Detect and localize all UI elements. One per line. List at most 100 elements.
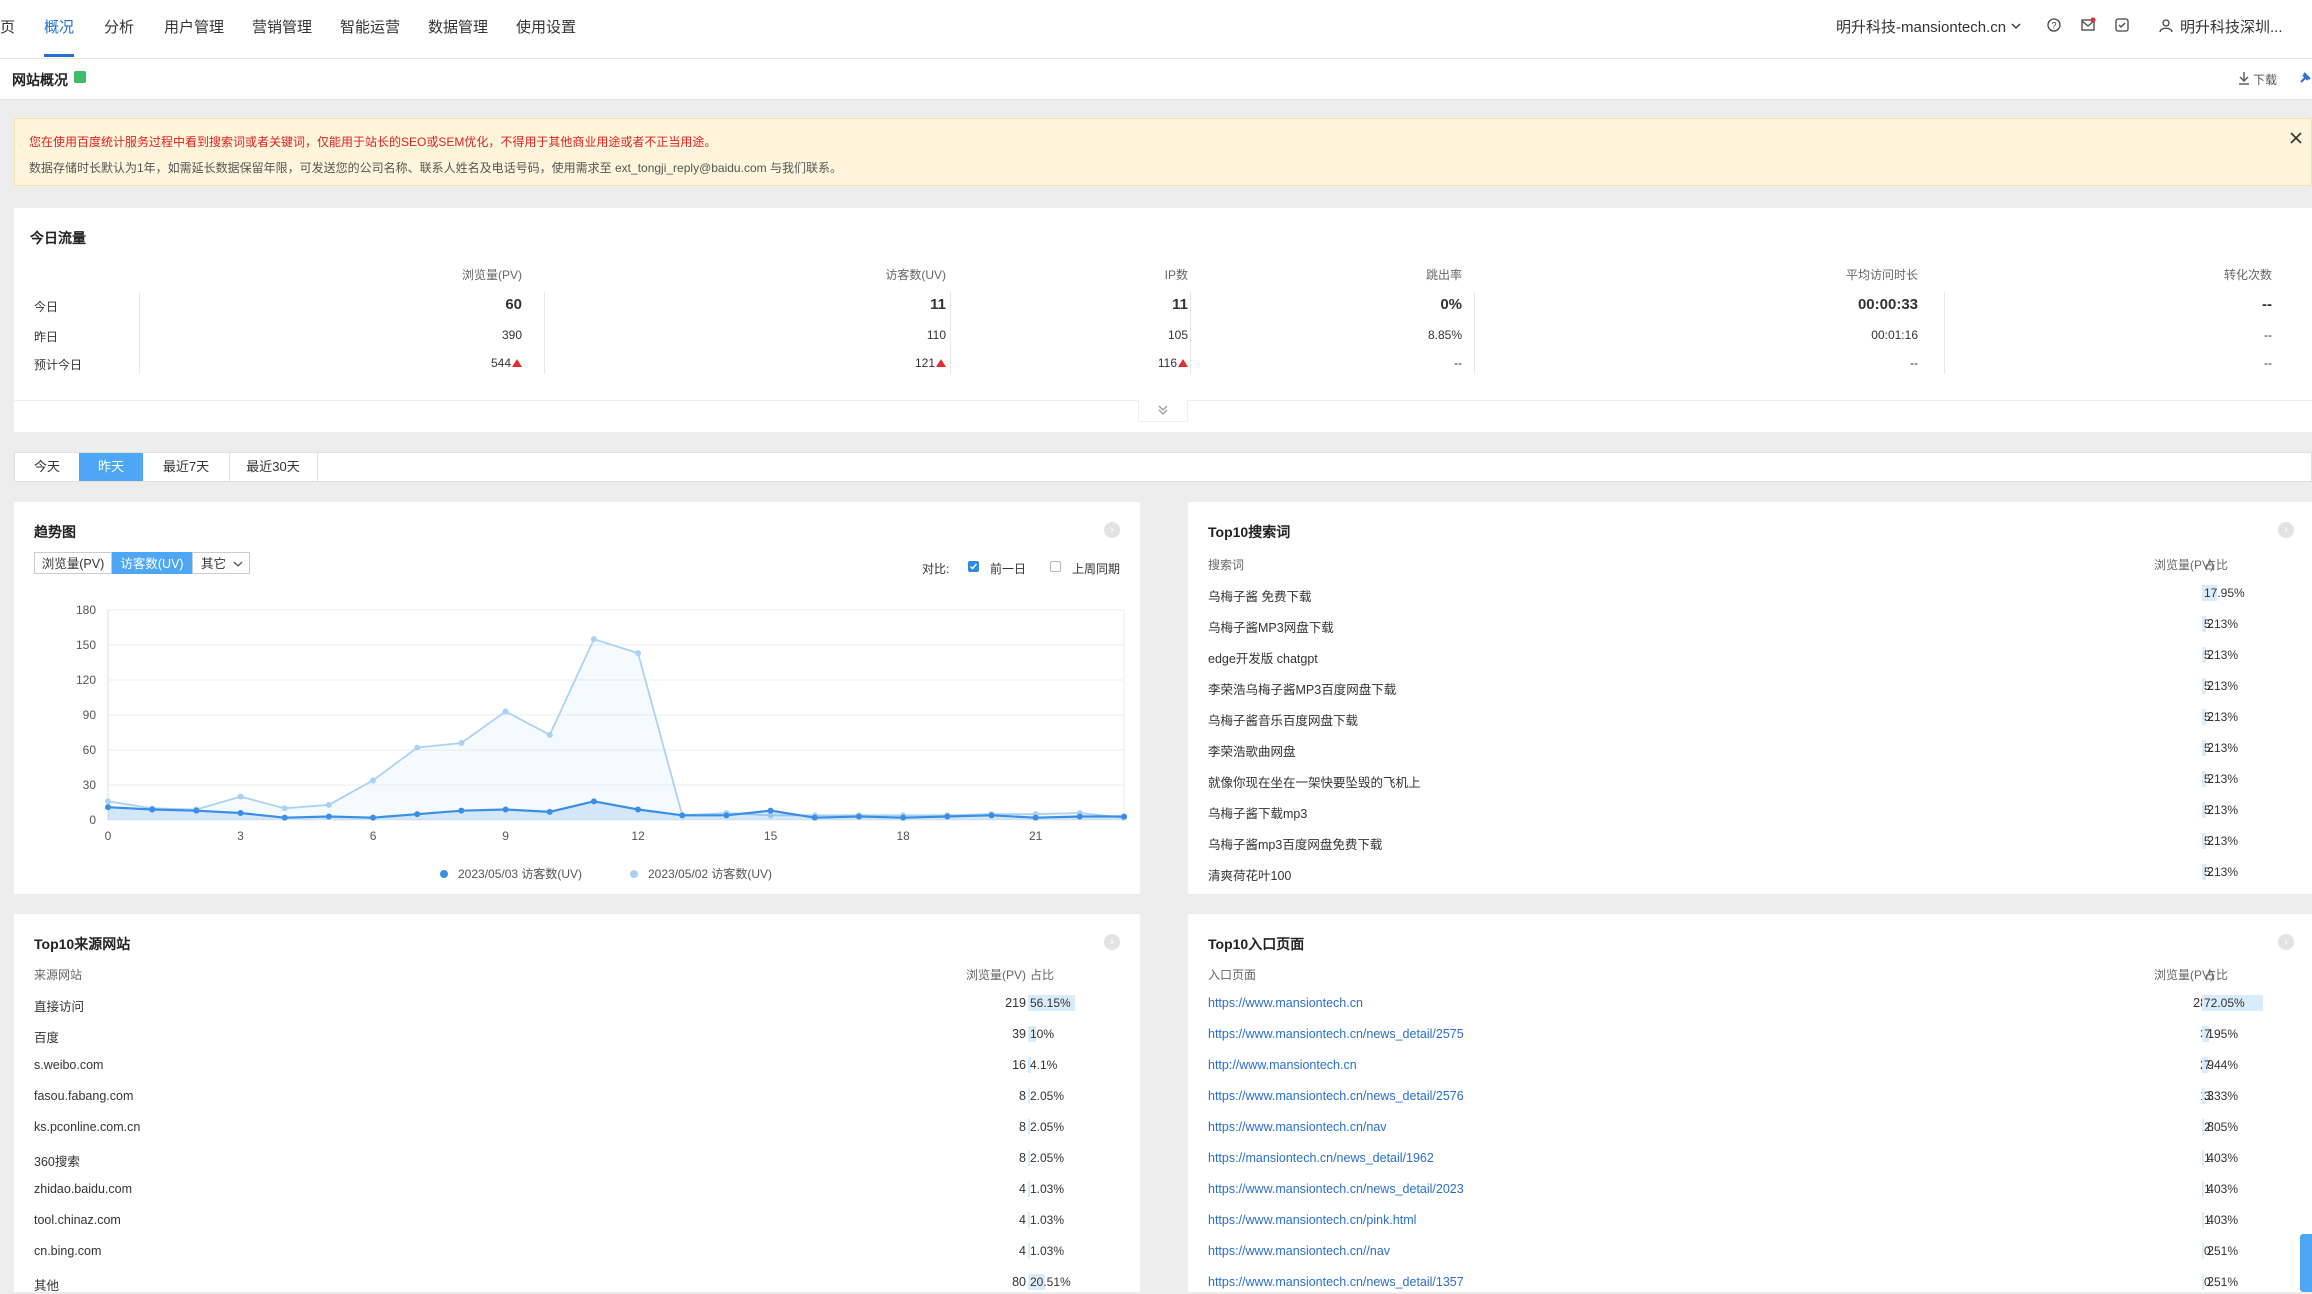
download-button[interactable]: 下载	[2253, 71, 2277, 88]
yesterday-uv: 110	[926, 328, 946, 342]
chevron-down-icon[interactable]	[2010, 20, 2022, 32]
entry-page-link[interactable]: https://www.mansiontech.cn/nav	[1208, 1120, 1387, 1134]
forecast-pv: 544	[491, 356, 522, 370]
list-item-ratio: 5.13%	[2204, 834, 2239, 848]
nav-item-marketing[interactable]: 营销管理	[252, 16, 312, 37]
y-tick-label: 90	[83, 708, 97, 722]
help-icon[interactable]: ?	[2046, 17, 2062, 33]
list-item-name: 360搜索	[34, 1155, 80, 1169]
data-point	[855, 813, 862, 820]
expand-button[interactable]	[1138, 400, 1188, 422]
metric-uv-button[interactable]: 访客数(UV)	[112, 552, 192, 574]
col-header-pv: 浏览量(PV)	[965, 968, 1026, 982]
entry-page-link[interactable]: https://www.mansiontech.cn/news_detail/1…	[1208, 1275, 1464, 1289]
list-item-ratio: 56.15%	[1030, 996, 1071, 1010]
data-point	[281, 805, 288, 812]
more-icon[interactable]: ›	[1104, 522, 1120, 538]
compare-prev-day-label[interactable]: 前一日	[990, 560, 1026, 577]
divider	[1944, 292, 1945, 374]
tab-last-7-days[interactable]: 最近7天	[143, 453, 230, 481]
entry-page-link[interactable]: https://www.mansiontech.cn/pink.html	[1208, 1213, 1416, 1227]
metric-other-dropdown[interactable]: 其它	[192, 552, 250, 574]
entry-page-link[interactable]: https://www.mansiontech.cn//nav	[1208, 1244, 1390, 1258]
list-item-ratio: 0.51%	[2204, 1244, 2239, 1258]
compare-last-week-checkbox[interactable]	[1050, 561, 1061, 572]
tab-yesterday[interactable]: 昨天	[79, 453, 143, 481]
top-entry-pages-title: Top10入口页面	[1208, 936, 1305, 952]
list-item-name: 清爽荷花叶100	[1208, 869, 1292, 883]
list-item-pv: 8	[1019, 1120, 1026, 1134]
nav-item-smart-ops[interactable]: 智能运营	[340, 16, 400, 37]
list-item-ratio: 2.05%	[2204, 1120, 2239, 1134]
data-point	[458, 807, 465, 814]
legend-marker	[440, 870, 448, 878]
tab-last-30-days[interactable]: 最近30天	[229, 453, 318, 481]
top-nav: 页 概况 分析 用户管理 营销管理 智能运营 数据管理 使用设置 明升科技-ma…	[0, 0, 2312, 59]
legend-label: 2023/05/03 访客数(UV)	[458, 866, 582, 881]
compare-last-week-label[interactable]: 上周同期	[1072, 560, 1120, 577]
user-icon[interactable]	[2158, 17, 2174, 33]
more-icon[interactable]: ›	[2278, 522, 2294, 538]
data-point	[1032, 814, 1039, 821]
nav-item-analysis[interactable]: 分析	[104, 16, 134, 37]
nav-item-overview[interactable]: 概况	[44, 16, 74, 37]
message-icon[interactable]	[2080, 17, 2096, 33]
data-point	[105, 798, 111, 805]
task-icon[interactable]	[2114, 17, 2130, 33]
list-item-ratio: 5.13%	[2204, 679, 2239, 693]
list-item-ratio: 1.03%	[1030, 1244, 1065, 1258]
list-item-pv: 8	[1019, 1089, 1026, 1103]
account-name[interactable]: 明升科技深圳...	[2180, 16, 2283, 37]
col-header-conversions: 转化次数	[2223, 268, 2272, 282]
metric-pv-button[interactable]: 浏览量(PV)	[34, 552, 112, 574]
download-icon[interactable]	[2238, 71, 2250, 85]
entry-page-link[interactable]: http://www.mansiontech.cn	[1208, 1058, 1357, 1072]
floating-feedback-tab[interactable]	[2300, 1234, 2312, 1292]
y-tick-label: 180	[76, 603, 96, 617]
compare-prev-day-checkbox[interactable]	[968, 561, 979, 572]
nav-item-data-management[interactable]: 数据管理	[428, 16, 488, 37]
nav-item-home[interactable]: 页	[0, 16, 15, 37]
forecast-conversions: --	[2264, 356, 2272, 370]
more-icon[interactable]: ›	[1104, 934, 1120, 950]
divider	[1190, 292, 1191, 374]
entry-page-link[interactable]: https://www.mansiontech.cn/news_detail/2…	[1208, 1182, 1464, 1196]
col-header-source: 来源网站	[34, 968, 83, 982]
yesterday-avg-duration: 00:01:16	[1871, 328, 1918, 342]
data-point	[414, 811, 421, 818]
list-item-name: 乌梅子酱音乐百度网盘下载	[1208, 714, 1359, 728]
metric-switcher: 浏览量(PV) 访客数(UV) 其它	[34, 552, 274, 574]
list-item-ratio: 5.13%	[2204, 710, 2239, 724]
nav-item-user-management[interactable]: 用户管理	[164, 16, 224, 37]
entry-page-link[interactable]: https://mansiontech.cn/news_detail/1962	[1208, 1151, 1434, 1165]
list-item-pv: 16	[1012, 1058, 1026, 1072]
list-item-pv: 80	[1012, 1275, 1026, 1289]
data-point	[590, 798, 597, 805]
divider	[544, 292, 545, 374]
entry-page-link[interactable]: https://www.mansiontech.cn/news_detail/2…	[1208, 1089, 1464, 1103]
entry-page-link[interactable]: https://www.mansiontech.cn/news_detail/2…	[1208, 1027, 1464, 1041]
trend-chart: 0 30 60 90 120 150 180 0 3 6 9 12 15 18 21 2023/05/03 访…	[76, 603, 1127, 881]
more-icon[interactable]: ›	[2278, 934, 2294, 950]
pin-icon[interactable]	[2298, 71, 2312, 85]
data-point	[811, 814, 818, 821]
site-selector[interactable]: 明升科技-mansiontech.cn	[1836, 16, 2006, 37]
list-item-name: zhidao.baidu.com	[34, 1182, 132, 1196]
data-point	[370, 777, 377, 784]
nav-item-settings[interactable]: 使用设置	[516, 16, 576, 37]
top-sources-card: Top10来源网站 › 来源网站 浏览量(PV) 占比 直接访问 219 56.15…	[14, 914, 1140, 1293]
list-item-ratio: 5.13%	[2204, 648, 2239, 662]
data-point	[325, 813, 332, 820]
tab-today[interactable]: 今天	[15, 453, 80, 481]
entry-page-link[interactable]: https://www.mansiontech.cn	[1208, 996, 1363, 1010]
list-item-ratio: 7.95%	[2204, 1027, 2239, 1041]
trend-title: 趋势图	[34, 524, 76, 540]
row-label-yesterday: 昨日	[34, 330, 59, 344]
list-item-ratio: 4.1%	[1030, 1058, 1058, 1072]
close-icon[interactable]	[2289, 131, 2303, 145]
data-point	[723, 812, 730, 819]
up-arrow-icon	[1178, 359, 1188, 367]
data-point	[414, 744, 421, 751]
top-entry-pages-card: Top10入口页面 › 入口页面 浏览量(PV) 占比 https://www.…	[1188, 914, 2312, 1292]
data-point	[193, 807, 200, 814]
